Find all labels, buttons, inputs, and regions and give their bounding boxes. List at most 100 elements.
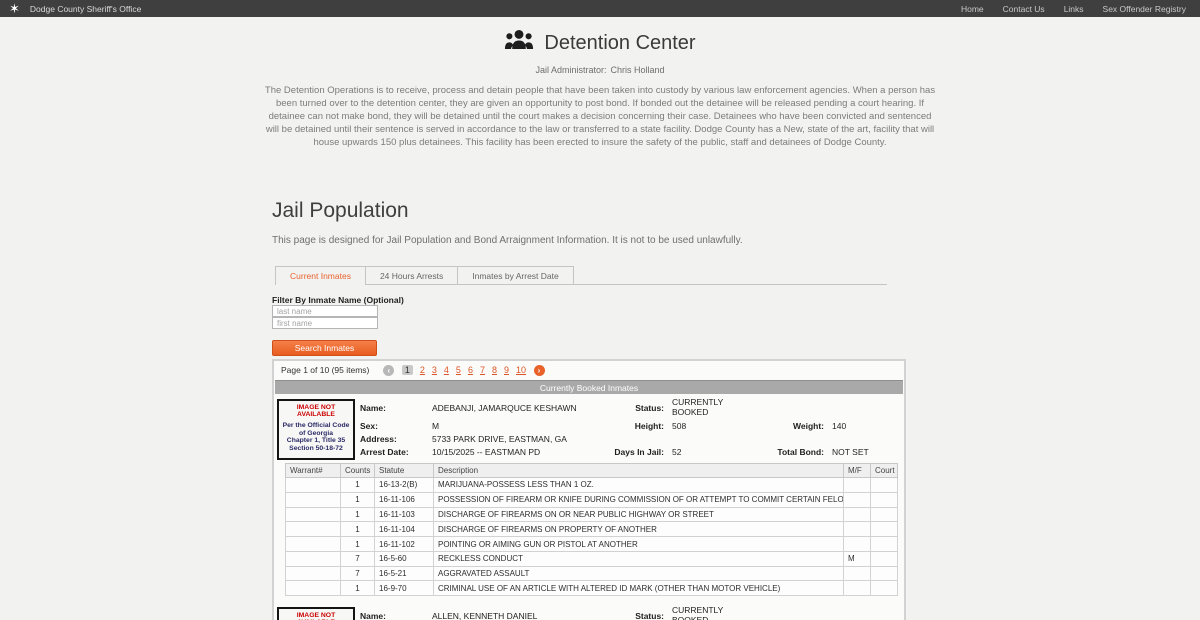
page-number-10[interactable]: 10 [516,365,526,375]
inmate-total-bond: NOT SET [832,447,869,457]
address-label: Address: [360,434,426,444]
list-header: Currently Booked Inmates [275,380,903,394]
charge-statute: 16-11-104 [375,522,434,537]
top-nav: Home Contact Us Links Sex Offender Registry [961,4,1186,14]
charge-court [871,522,898,537]
charge-counts: 1 [341,507,375,522]
tab-inmates-by-arrest-date[interactable]: Inmates by Arrest Date [457,266,573,284]
admin-name: Chris Holland [611,65,665,75]
charge-court [871,581,898,596]
charge-mf [844,478,871,493]
charge-statute: 16-13-2(B) [375,478,434,493]
page-number-3[interactable]: 3 [432,365,437,375]
detention-description: The Detention Operations is to receive, … [261,84,939,149]
charge-row: 116-9-70CRIMINAL USE OF AN ARTICLE WITH … [286,581,898,596]
charge-row: 116-11-104DISCHARGE OF FIREARMS ON PROPE… [286,522,898,537]
charge-counts: 1 [341,492,375,507]
inmate-days-in-jail: 52 [672,447,681,457]
tab-24-hours-arrests[interactable]: 24 Hours Arrests [365,266,458,284]
inmate-sex: M [432,421,439,431]
charge-statute: 16-11-106 [375,492,434,507]
page-number-1[interactable]: 1 [402,365,413,375]
page-number-4[interactable]: 4 [444,365,449,375]
main-content: Jail Population This page is designed fo… [272,199,906,620]
nav-link-links[interactable]: Links [1064,4,1084,14]
page-number-9[interactable]: 9 [504,365,509,375]
pagination-summary: Page 1 of 10 (95 items) [281,365,369,375]
charges-header-row: Warrant#CountsStatuteDescriptionM/FCourt [286,464,898,478]
page-number-5[interactable]: 5 [456,365,461,375]
charges-column-header: Statute [375,464,434,478]
charge-counts: 7 [341,566,375,581]
charge-statute: 16-9-70 [375,581,434,596]
height-label: Height: [604,421,664,431]
pagination: Page 1 of 10 (95 items) ‹ 123456789 10 › [274,361,904,379]
page-number-2[interactable]: 2 [420,365,425,375]
tab-current-inmates[interactable]: Current Inmates [275,266,366,285]
charge-description: POSSESSION OF FIREARM OR KNIFE DURING CO… [434,492,844,507]
name-label: Name: [360,611,426,620]
inmate-address: 5733 PARK DRIVE, EASTMAN, GA [432,434,567,444]
name-label: Name: [360,403,426,413]
charge-mf [844,492,871,507]
page-header: Detention Center Jail Administrator:Chri… [0,17,1200,149]
inmate-name: ADEBANJI, JAMARQUCE KESHAWN [432,403,577,413]
inmate-photo-placeholder: IMAGE NOT AVAILABLE Per the Official Cod… [277,399,355,460]
jail-population-title: Jail Population [272,199,906,223]
charges-column-header: Warrant# [286,464,341,478]
charges-column-header: Counts [341,464,375,478]
inmate-arrest-date: 10/15/2025 -- EASTMAN PD [432,447,540,457]
total-bond-label: Total Bond: [754,447,824,457]
inmate-record: IMAGE NOT AVAILABLE Per the Official Cod… [274,605,904,620]
charge-mf [844,566,871,581]
filter-label: Filter By Inmate Name (Optional) [272,295,906,305]
charge-description: MARIJUANA-POSSESS LESS THAN 1 OZ. [434,478,844,493]
inmate-photo-placeholder: IMAGE NOT AVAILABLE Per the Official Cod… [277,607,355,620]
tab-strip: Current Inmates24 Hours ArrestsInmates b… [275,266,887,285]
inmate-height: 508 [672,421,686,431]
charge-court [871,507,898,522]
charges-column-header: M/F [844,464,871,478]
page-number-8[interactable]: 8 [492,365,497,375]
image-not-available-text: IMAGE NOT AVAILABLE [279,404,353,418]
charge-row: 116-11-106POSSESSION OF FIREARM OR KNIFE… [286,492,898,507]
charge-mf [844,507,871,522]
first-name-input[interactable] [272,317,378,329]
charge-row: 116-13-2(B)MARIJUANA-POSSESS LESS THAN 1… [286,478,898,493]
charge-description: DISCHARGE OF FIREARMS ON OR NEAR PUBLIC … [434,507,844,522]
inmate-name: ALLEN, KENNETH DANIEL [432,611,537,620]
charges-tbody: 116-13-2(B)MARIJUANA-POSSESS LESS THAN 1… [286,478,898,596]
last-name-input[interactable] [272,305,378,317]
jail-population-subtitle: This page is designed for Jail Populatio… [272,235,906,246]
page-number-7[interactable]: 7 [480,365,485,375]
sheriff-star-icon: ✶ [9,2,20,15]
charge-description: CRIMINAL USE OF AN ARTICLE WITH ALTERED … [434,581,844,596]
days-in-jail-label: Days In Jail: [584,447,664,457]
site-brand: Dodge County Sheriff's Office [30,4,141,14]
nav-link-contact-us[interactable]: Contact Us [1003,4,1045,14]
charges-table: Warrant#CountsStatuteDescriptionM/FCourt… [285,463,898,596]
charge-statute: 16-11-102 [375,537,434,552]
charge-mf [844,537,871,552]
page-title: Detention Center [544,32,695,55]
charge-description: RECKLESS CONDUCT [434,551,844,566]
pagination-pages: 123456789 10 [398,365,529,375]
charge-mf [844,581,871,596]
page-number-6[interactable]: 6 [468,365,473,375]
charge-court [871,478,898,493]
charge-warrant [286,478,341,493]
nav-link-home[interactable]: Home [961,4,984,14]
inmate-weight: 140 [832,421,846,431]
photo-code-text: Per the Official Code of Georgia Chapter… [279,422,353,452]
charge-court [871,492,898,507]
charge-statute: 16-5-60 [375,551,434,566]
status-label: Status: [604,403,664,413]
charge-description: POINTING OR AIMING GUN OR PISTOL AT ANOT… [434,537,844,552]
weight-label: Weight: [764,421,824,431]
prev-page-button[interactable]: ‹ [383,365,394,376]
search-inmates-button[interactable]: Search Inmates [272,340,377,356]
charges-column-header: Description [434,464,844,478]
next-page-button[interactable]: › [534,365,545,376]
inmate-status: CURRENTLY BOOKED [672,398,734,417]
nav-link-sex-offender-registry[interactable]: Sex Offender Registry [1103,4,1186,14]
